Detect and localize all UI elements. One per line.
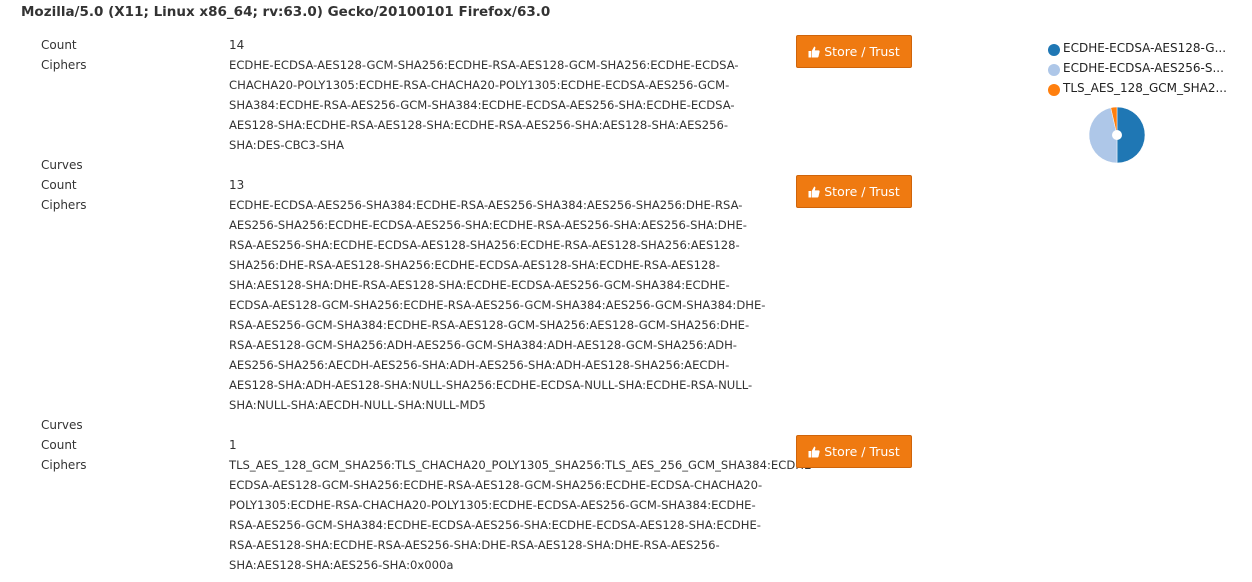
cipher-pie-chart [1088, 106, 1146, 164]
legend-swatch [1048, 64, 1060, 76]
curves-label: Curves [41, 418, 83, 432]
cipher-line: AES128-SHA:ADH-AES128-SHA:NULL-SHA256:EC… [229, 378, 753, 392]
count-value: 13 [229, 178, 245, 192]
pie-hole [1112, 130, 1122, 140]
store-trust-button[interactable]: Store / Trust [796, 35, 912, 68]
cipher-line: ECDHE-ECDSA-AES256-SHA384:ECDHE-RSA-AES2… [229, 198, 743, 212]
ciphers-label: Ciphers [41, 198, 87, 212]
cipher-line: RSA-AES256-GCM-SHA384:ECDHE-ECDSA-AES256… [229, 518, 761, 532]
thumbs-up-icon [808, 446, 820, 457]
cipher-line: SHA:AES128-SHA:DHE-RSA-AES128-SHA:ECDHE-… [229, 278, 730, 292]
user-agent-title: Mozilla/5.0 (X11; Linux x86_64; rv:63.0)… [21, 4, 551, 20]
cipher-line: SHA384:ECDHE-RSA-AES256-GCM-SHA384:ECDHE… [229, 98, 735, 112]
cipher-line: AES256-SHA256:AECDH-AES256-SHA:ADH-AES25… [229, 358, 730, 372]
cipher-line: RSA-AES128-SHA:ECDHE-RSA-AES256-SHA:DHE-… [229, 538, 720, 552]
legend-swatch [1048, 84, 1060, 96]
cipher-line: SHA256:DHE-RSA-AES128-SHA256:ECDHE-ECDSA… [229, 258, 720, 272]
cipher-line: RSA-AES256-GCM-SHA384:ECDHE-RSA-AES128-G… [229, 318, 750, 332]
thumbs-up-icon [808, 186, 820, 197]
curves-label: Curves [41, 158, 83, 172]
count-value: 1 [229, 438, 237, 452]
ciphers-value: ECDHE-ECDSA-AES256-SHA384:ECDHE-RSA-AES2… [229, 195, 789, 415]
legend-item[interactable]: ECDHE-ECDSA-AES256-S... [1048, 60, 1252, 80]
count-label: Count [41, 38, 77, 52]
store-trust-button[interactable]: Store / Trust [796, 175, 912, 208]
store-trust-label: Store / Trust [824, 184, 900, 199]
cipher-line: ECDHE-ECDSA-AES128-GCM-SHA256:ECDHE-RSA-… [229, 58, 739, 72]
cipher-line: CHACHA20-POLY1305:ECDHE-RSA-CHACHA20-POL… [229, 78, 730, 92]
thumbs-up-icon [808, 46, 820, 57]
legend-label: ECDHE-ECDSA-AES128-G... [1063, 41, 1227, 55]
ciphers-label: Ciphers [41, 458, 87, 472]
cipher-line: AES128-SHA:ECDHE-RSA-AES128-SHA:ECDHE-RS… [229, 118, 729, 132]
cipher-line: TLS_AES_128_GCM_SHA256:TLS_CHACHA20_POLY… [229, 458, 816, 472]
ciphers-value: TLS_AES_128_GCM_SHA256:TLS_CHACHA20_POLY… [229, 455, 816, 575]
legend-item[interactable]: ECDHE-ECDSA-AES128-G... [1048, 40, 1252, 60]
cipher-line: SHA:NULL-SHA:AECDH-NULL-SHA:NULL-MD5 [229, 398, 486, 412]
store-trust-button[interactable]: Store / Trust [796, 435, 912, 468]
count-value: 14 [229, 38, 245, 52]
store-trust-label: Store / Trust [824, 44, 900, 59]
cipher-line: RSA-AES256-SHA:ECDHE-ECDSA-AES128-SHA256… [229, 238, 740, 252]
cipher-line: POLY1305:ECDHE-RSA-CHACHA20-POLY1305:ECD… [229, 498, 756, 512]
store-trust-label: Store / Trust [824, 444, 900, 459]
pie-legend: ECDHE-ECDSA-AES128-G... ECDHE-ECDSA-AES2… [1048, 40, 1252, 100]
cipher-line: SHA:AES128-SHA:AES256-SHA:0x000a [229, 558, 454, 572]
cipher-line: ECDSA-AES128-GCM-SHA256:ECDHE-RSA-AES128… [229, 478, 763, 492]
ciphers-value: ECDHE-ECDSA-AES128-GCM-SHA256:ECDHE-RSA-… [229, 55, 789, 155]
legend-label: TLS_AES_128_GCM_SHA2... [1063, 81, 1227, 95]
cipher-line: RSA-AES128-GCM-SHA256:ADH-AES256-GCM-SHA… [229, 338, 737, 352]
legend-item[interactable]: TLS_AES_128_GCM_SHA2... [1048, 80, 1252, 100]
ciphers-label: Ciphers [41, 58, 87, 72]
count-label: Count [41, 178, 77, 192]
cipher-line: AES256-SHA256:ECDHE-ECDSA-AES256-SHA:ECD… [229, 218, 747, 232]
count-label: Count [41, 438, 77, 452]
legend-label: ECDHE-ECDSA-AES256-S... [1063, 61, 1224, 75]
cipher-line: SHA:DES-CBC3-SHA [229, 138, 345, 152]
page: Mozilla/5.0 (X11; Linux x86_64; rv:63.0)… [0, 0, 1252, 582]
cipher-line: ECDSA-AES128-GCM-SHA256:ECDHE-RSA-AES256… [229, 298, 766, 312]
legend-swatch [1048, 44, 1060, 56]
